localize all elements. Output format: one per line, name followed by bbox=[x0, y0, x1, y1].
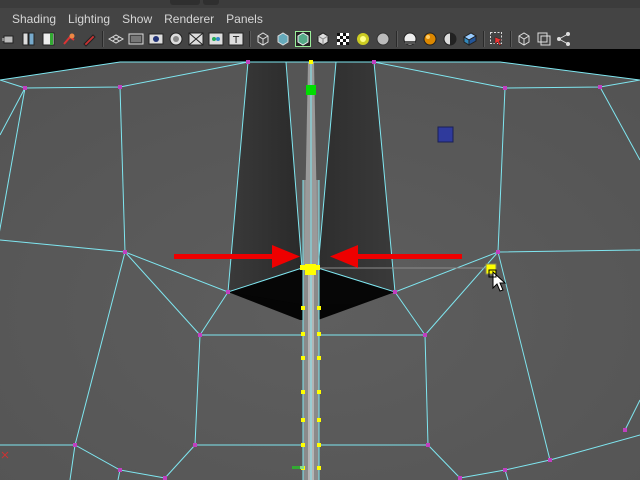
panel-menu-bar: Shading Lighting Show Renderer Panels bbox=[0, 8, 640, 29]
toolbar-separator bbox=[249, 31, 251, 47]
xray-joints-icon[interactable] bbox=[516, 31, 532, 47]
grease-pencil-icon[interactable] bbox=[81, 31, 97, 47]
camera-attributes-icon[interactable] bbox=[21, 31, 37, 47]
smooth-shade-icon[interactable] bbox=[275, 31, 291, 47]
film-gate-icon[interactable] bbox=[128, 31, 144, 47]
safe-action-icon[interactable] bbox=[208, 31, 224, 47]
resolution-gate-icon[interactable] bbox=[148, 31, 164, 47]
panel-top-strip bbox=[0, 0, 640, 8]
axis-marker bbox=[292, 466, 304, 469]
shadows-icon[interactable] bbox=[355, 31, 371, 47]
pivot-handle[interactable] bbox=[306, 85, 316, 95]
snap-vertex[interactable] bbox=[485, 263, 497, 275]
safe-title-icon[interactable]: T bbox=[228, 31, 244, 47]
node-graph-icon[interactable] bbox=[556, 31, 572, 47]
menu-panels[interactable]: Panels bbox=[220, 12, 269, 26]
gate-mask-icon[interactable] bbox=[168, 31, 184, 47]
motion-blur-icon[interactable] bbox=[402, 31, 418, 47]
xray-icon[interactable] bbox=[489, 31, 505, 47]
toolbar-separator bbox=[510, 31, 512, 47]
isolate-select-icon[interactable] bbox=[462, 31, 478, 47]
panel-toolbar: T bbox=[0, 29, 640, 49]
menu-renderer[interactable]: Renderer bbox=[158, 12, 220, 26]
manipulator-handle[interactable] bbox=[437, 126, 454, 143]
bookmark-icon[interactable] bbox=[41, 31, 57, 47]
menu-show[interactable]: Show bbox=[116, 12, 158, 26]
menu-lighting[interactable]: Lighting bbox=[62, 12, 116, 26]
svg-text:T: T bbox=[232, 35, 240, 46]
layout-tab[interactable] bbox=[203, 0, 219, 5]
field-chart-icon[interactable] bbox=[188, 31, 204, 47]
toolbar-separator bbox=[483, 31, 485, 47]
image-plane-icon[interactable] bbox=[61, 31, 77, 47]
select-camera-icon[interactable] bbox=[1, 31, 17, 47]
ambient-occlusion-icon[interactable] bbox=[375, 31, 391, 47]
layout-tab[interactable] bbox=[170, 0, 200, 5]
wireframe-icon[interactable] bbox=[255, 31, 271, 47]
toolbar-separator bbox=[102, 31, 104, 47]
maya-viewport-panel: Shading Lighting Show Renderer Panels T bbox=[0, 0, 640, 480]
depth-of-field-icon[interactable] bbox=[442, 31, 458, 47]
textured-icon[interactable] bbox=[315, 31, 331, 47]
wireframe-on-shaded-icon[interactable] bbox=[295, 31, 311, 47]
xray-components-icon[interactable] bbox=[536, 31, 552, 47]
grid-toggle-icon[interactable] bbox=[108, 31, 124, 47]
toolbar-separator bbox=[396, 31, 398, 47]
menu-shading[interactable]: Shading bbox=[6, 12, 62, 26]
anti-alias-icon[interactable] bbox=[422, 31, 438, 47]
use-all-lights-icon[interactable] bbox=[335, 31, 351, 47]
3d-viewport[interactable] bbox=[0, 49, 640, 480]
